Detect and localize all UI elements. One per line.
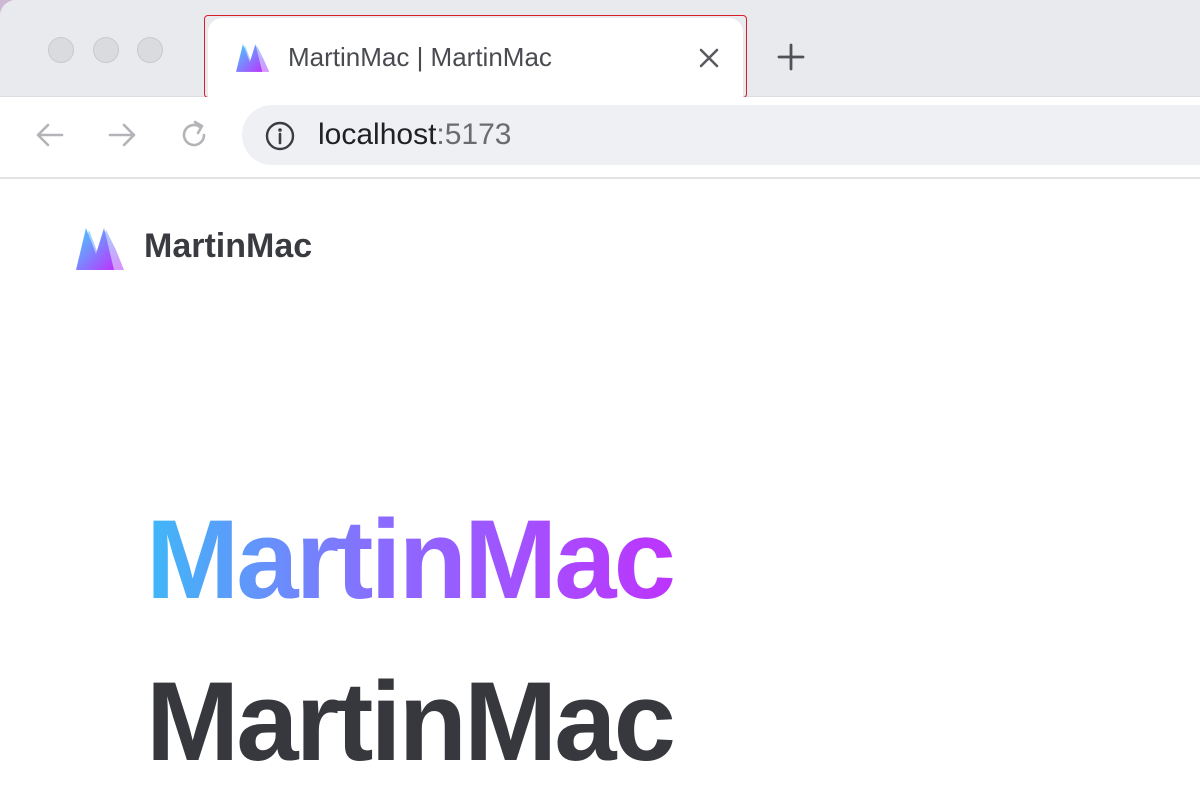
url-text[interactable]: localhost:5173: [318, 118, 511, 152]
plus-icon[interactable]: [773, 39, 809, 75]
hero-title-gradient: MartinMac: [146, 497, 676, 622]
arrow-right-icon[interactable]: [104, 117, 140, 153]
arrow-left-icon[interactable]: [32, 117, 68, 153]
tab-bar: MartinMac | MartinMac: [0, 0, 1200, 98]
window-zoom-button[interactable]: [137, 37, 163, 63]
hero-title-dark: MartinMac: [146, 659, 676, 784]
tab-martinmac[interactable]: MartinMac | MartinMac: [208, 18, 743, 98]
address-bar[interactable]: localhost:5173: [242, 105, 1200, 165]
browser-window: MartinMac | MartinMac localhost:5173 Mar…: [0, 0, 1200, 800]
url-host: localhost: [318, 118, 437, 151]
reload-icon[interactable]: [176, 117, 212, 153]
site-name[interactable]: MartinMac: [144, 227, 312, 266]
close-icon[interactable]: [691, 40, 727, 76]
page-content: MartinMac MartinMac MartinMac: [0, 179, 1200, 800]
martinmac-logo-icon[interactable]: [74, 224, 126, 272]
window-close-button[interactable]: [48, 37, 74, 63]
info-icon[interactable]: [264, 120, 296, 152]
window-minimize-button[interactable]: [93, 37, 119, 63]
browser-toolbar: localhost:5173: [0, 97, 1200, 179]
url-port: :5173: [436, 118, 512, 151]
tab-title: MartinMac | MartinMac: [288, 42, 552, 72]
martinmac-logo-icon: [236, 44, 270, 72]
